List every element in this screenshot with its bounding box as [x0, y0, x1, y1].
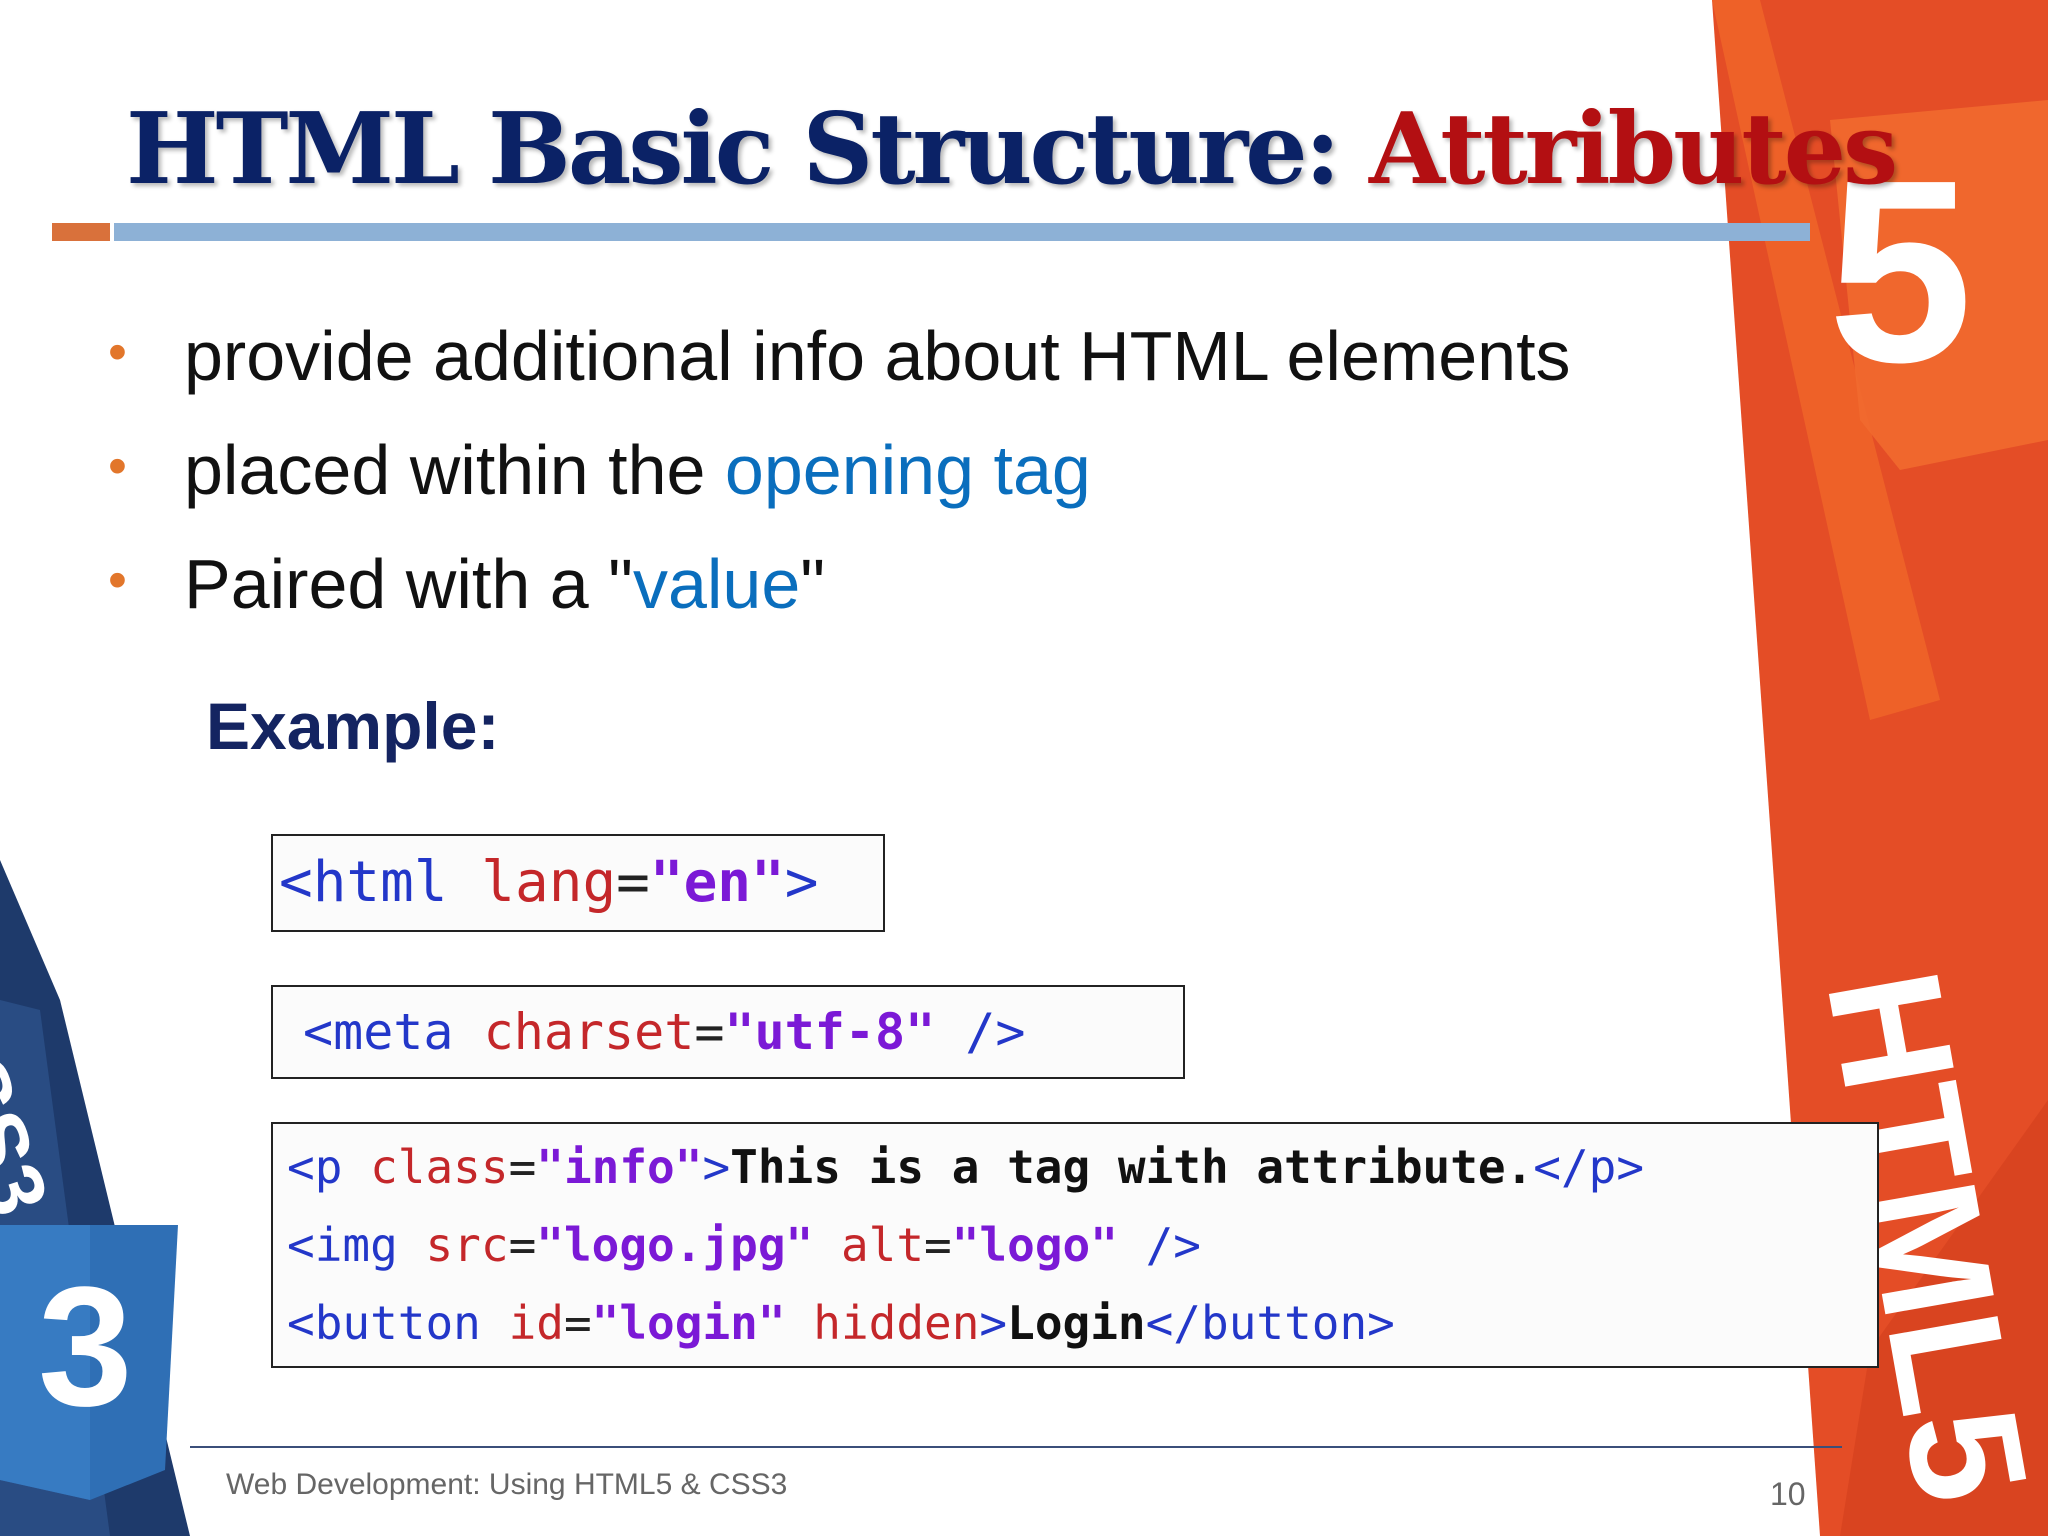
- code-value: "en": [649, 850, 785, 915]
- bullet-text: Paired with a ": [184, 545, 633, 623]
- title-accent: Attributes: [1368, 92, 1898, 207]
- code-tag: <meta: [303, 1003, 454, 1061]
- code-eq: =: [563, 1296, 592, 1350]
- bullet-text: provide additional info about HTML eleme…: [184, 317, 1571, 395]
- slide-title: HTML Basic Structure: Attributes: [126, 96, 1898, 204]
- code-attr: charset: [483, 1003, 695, 1061]
- code-line: <p class="info">This is a tag with attri…: [287, 1128, 1877, 1206]
- css3-logo-digit: 3: [38, 1252, 133, 1442]
- example-heading: Example:: [206, 689, 500, 763]
- code-tag: />: [1145, 1218, 1201, 1272]
- code-tag: />: [965, 1003, 1026, 1061]
- code-value: "logo.jpg": [536, 1218, 814, 1272]
- bullet-highlight: value: [632, 545, 801, 623]
- code-text: Login: [1007, 1296, 1146, 1350]
- code-tag: <button: [287, 1296, 481, 1350]
- code-attr: class: [370, 1140, 509, 1194]
- code-attr: src: [425, 1218, 509, 1272]
- code-line: <html lang="en">: [273, 836, 883, 922]
- bullet-highlight: opening tag: [724, 431, 1091, 509]
- code-line: <img src="logo.jpg" alt="logo" />: [287, 1206, 1877, 1284]
- slide: 5 HTML5 3 CSS3 HTML Basic Structure: Att…: [0, 0, 2048, 1536]
- code-value: "logo": [951, 1218, 1118, 1272]
- bullet-dot: •: [108, 550, 127, 610]
- title-rule-accent: [52, 223, 110, 241]
- code-block: <p class="info">This is a tag with attri…: [273, 1124, 1877, 1362]
- code-attr: lang: [481, 850, 617, 915]
- bullet-text-suffix: ": [800, 545, 826, 623]
- code-box-meta-charset: <meta charset="utf-8" />: [271, 985, 1185, 1079]
- code-tag: >: [784, 850, 819, 915]
- code-eq: =: [508, 1218, 537, 1272]
- code-eq: =: [508, 1140, 537, 1194]
- bullet-item: • provide additional info about HTML elem…: [108, 318, 1571, 395]
- code-box-examples: <p class="info">This is a tag with attri…: [271, 1122, 1879, 1368]
- code-tag: </p>: [1533, 1140, 1645, 1194]
- bullet-dot: •: [108, 436, 127, 496]
- bullet-item: • placed within the opening tag: [108, 432, 1091, 509]
- code-tag: >: [702, 1140, 731, 1194]
- code-eq: =: [616, 850, 650, 915]
- code-attr: hidden: [813, 1296, 980, 1350]
- code-tag: <p: [287, 1140, 343, 1194]
- code-tag: >: [979, 1296, 1008, 1350]
- code-value: "info": [536, 1140, 703, 1194]
- bullet-dot: •: [108, 322, 127, 382]
- bullet-text: placed within the: [184, 431, 725, 509]
- title-main: HTML Basic Structure:: [126, 92, 1369, 207]
- title-rule: [114, 223, 1810, 241]
- code-eq: =: [694, 1003, 725, 1061]
- code-text: This is a tag with attribute.: [730, 1140, 1534, 1194]
- code-value: "login": [591, 1296, 786, 1350]
- bullet-item: • Paired with a "value": [108, 546, 825, 623]
- code-line: <meta charset="utf-8" />: [273, 987, 1183, 1071]
- page-number: 10: [1770, 1476, 1806, 1512]
- code-box-html-lang: <html lang="en">: [271, 834, 885, 932]
- code-attr: alt: [840, 1218, 925, 1272]
- code-value: "utf-8": [724, 1003, 936, 1061]
- code-attr: id: [508, 1296, 564, 1350]
- footer-text: Web Development: Using HTML5 & CSS3: [226, 1468, 788, 1501]
- code-line: <button id="login" hidden>Login</button>: [287, 1284, 1877, 1362]
- footer-divider: [190, 1446, 1842, 1448]
- code-tag: </button>: [1145, 1296, 1395, 1350]
- code-eq: =: [924, 1218, 952, 1272]
- code-tag: <html: [279, 850, 448, 915]
- code-tag: <img: [287, 1218, 398, 1272]
